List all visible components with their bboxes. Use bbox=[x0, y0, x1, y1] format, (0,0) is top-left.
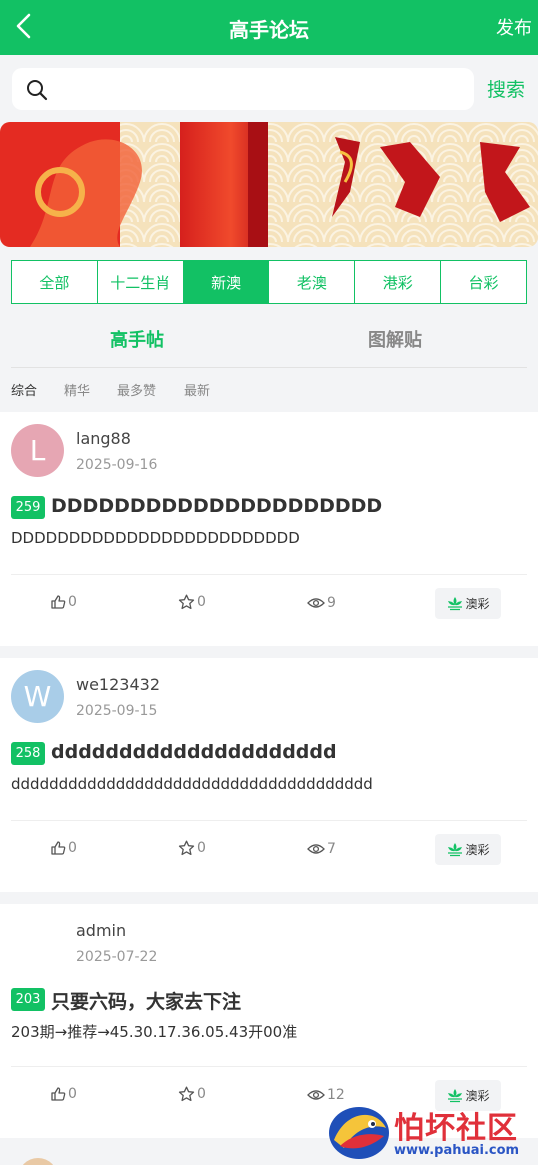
category-tab[interactable]: 港彩 bbox=[355, 261, 442, 303]
tab-expert-posts[interactable]: 高手帖 bbox=[110, 326, 164, 352]
lottery-tag-button[interactable]: 澳彩 bbox=[435, 588, 501, 619]
favorite-count: 0 bbox=[197, 1086, 206, 1102]
search-box[interactable] bbox=[12, 68, 474, 110]
post-title[interactable]: 只要六码，大家去下注 bbox=[51, 987, 241, 1014]
like-button[interactable]: 0 bbox=[50, 840, 77, 856]
post-date: 2025-07-22 bbox=[76, 949, 158, 965]
sort-newest[interactable]: 最新 bbox=[184, 380, 210, 399]
like-count: 0 bbox=[68, 840, 77, 856]
search-icon bbox=[27, 80, 48, 101]
divider bbox=[11, 574, 527, 575]
view-count: 7 bbox=[327, 841, 336, 857]
favorite-button[interactable]: 0 bbox=[178, 840, 206, 856]
tab-illustrated-posts[interactable]: 图解贴 bbox=[368, 326, 422, 352]
macau-lotus-icon bbox=[448, 842, 463, 856]
avatar[interactable]: W bbox=[11, 670, 64, 723]
avatar[interactable] bbox=[11, 916, 64, 969]
post-type-tabs: 高手帖 图解贴 bbox=[11, 316, 527, 368]
divider bbox=[11, 1066, 527, 1067]
post-title[interactable]: DDDDDDDDDDDDDDDDDDDDD bbox=[51, 495, 382, 517]
post-date: 2025-09-16 bbox=[76, 457, 158, 473]
divider bbox=[11, 820, 527, 821]
watermark-url: www.pahuai.com bbox=[394, 1143, 520, 1158]
eye-icon bbox=[307, 598, 325, 608]
post-id-badge: 259 bbox=[11, 496, 45, 519]
search-button[interactable]: 搜索 bbox=[487, 75, 525, 102]
star-icon bbox=[178, 594, 195, 610]
category-tab[interactable]: 台彩 bbox=[441, 261, 526, 303]
avatar[interactable] bbox=[18, 1158, 58, 1165]
search-input[interactable] bbox=[60, 74, 460, 104]
post-username[interactable]: we123432 bbox=[76, 675, 160, 694]
like-button[interactable]: 0 bbox=[50, 594, 77, 610]
search-row: 搜索 bbox=[0, 55, 538, 122]
star-icon bbox=[178, 1086, 195, 1102]
page-title: 高手论坛 bbox=[229, 18, 309, 42]
thumbs-up-icon bbox=[51, 1087, 66, 1101]
post-id-badge: 258 bbox=[11, 742, 45, 765]
category-tab[interactable]: 老澳 bbox=[269, 261, 356, 303]
avatar[interactable]: L bbox=[11, 424, 64, 477]
post-id-badge: 203 bbox=[11, 988, 45, 1011]
sort-comprehensive[interactable]: 综合 bbox=[11, 380, 37, 399]
thumbs-up-icon bbox=[51, 595, 66, 609]
publish-button[interactable]: 发布 bbox=[496, 14, 532, 40]
post-card[interactable]: Wwe123432 2025-09-15 258 dddddddddddddddddd… bbox=[0, 658, 538, 892]
favorite-count: 0 bbox=[197, 840, 206, 856]
favorite-button[interactable]: 0 bbox=[178, 594, 206, 610]
lottery-tag-label: 澳彩 bbox=[465, 597, 490, 611]
post-body[interactable]: DDDDDDDDDDDDDDDDDDDDDDDDD bbox=[11, 529, 300, 547]
post-date: 2025-09-15 bbox=[76, 703, 158, 719]
promo-banner[interactable] bbox=[0, 122, 538, 247]
eye-icon bbox=[307, 1090, 325, 1100]
lottery-tag-button[interactable]: 澳彩 bbox=[435, 834, 501, 865]
watermark-logo: 怕坏社区 www.pahuai.com bbox=[326, 1100, 538, 1162]
category-tab[interactable]: 十二生肖 bbox=[97, 261, 184, 303]
thumbs-up-icon bbox=[51, 841, 66, 855]
like-button[interactable]: 0 bbox=[50, 1086, 77, 1102]
eye-icon bbox=[307, 844, 325, 854]
lottery-tag-label: 澳彩 bbox=[465, 843, 490, 857]
star-icon bbox=[178, 840, 195, 856]
like-count: 0 bbox=[68, 594, 77, 610]
watermark-name: 怕坏社区 bbox=[394, 1111, 518, 1146]
category-tabs: 全部 十二生肖 新澳 老澳 港彩 台彩 bbox=[11, 260, 527, 304]
sort-featured[interactable]: 精华 bbox=[64, 380, 90, 399]
post-username[interactable]: lang88 bbox=[76, 429, 131, 448]
fish-logo-icon bbox=[329, 1107, 389, 1159]
like-count: 0 bbox=[68, 1086, 77, 1102]
post-body[interactable]: 203期→推荐→45.30.17.36.05.43开00准 bbox=[11, 1021, 297, 1042]
post-card[interactable]: Llang88 2025-09-16 259 DDDDDDDDDDDDDDDDDDDD… bbox=[0, 412, 538, 646]
post-title[interactable]: ddddddddddddddddddddd bbox=[51, 741, 337, 763]
macau-lotus-icon bbox=[448, 596, 463, 610]
category-tab[interactable]: 全部 bbox=[12, 261, 98, 303]
category-tab[interactable]: 新澳 bbox=[183, 261, 270, 303]
post-username[interactable]: admin bbox=[76, 921, 126, 940]
post-body[interactable]: dddddddddddddddddddddddddddddddddddddd bbox=[11, 775, 373, 793]
favorite-button[interactable]: 0 bbox=[178, 1086, 206, 1102]
favorite-count: 0 bbox=[197, 594, 206, 610]
views-counter: 9 bbox=[307, 595, 336, 611]
view-count: 9 bbox=[327, 595, 336, 611]
views-counter: 7 bbox=[307, 841, 336, 857]
top-bar: 高手论坛 发布 bbox=[0, 0, 538, 55]
banner-image bbox=[0, 122, 538, 247]
sort-most-liked[interactable]: 最多赞 bbox=[117, 380, 156, 399]
